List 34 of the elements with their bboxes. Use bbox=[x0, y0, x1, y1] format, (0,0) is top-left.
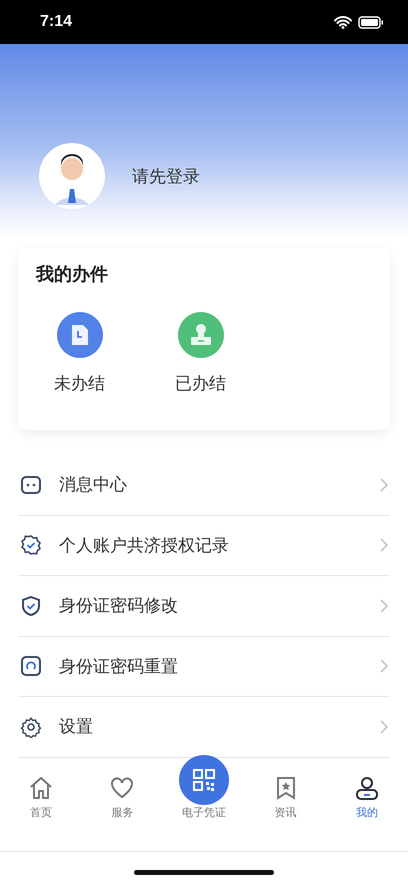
tab[interactable]: 我的 bbox=[332, 774, 402, 820]
chevron-right-icon bbox=[380, 538, 388, 552]
menu-item[interactable]: 身份证密码修改 bbox=[59, 594, 380, 618]
home-icon bbox=[28, 774, 54, 800]
card-title: 我的办件 bbox=[36, 263, 109, 286]
task-label[interactable]: 未办结 bbox=[54, 372, 105, 395]
stamp-icon[interactable] bbox=[178, 312, 224, 358]
tab[interactable]: 首页 bbox=[6, 774, 76, 820]
menu-item[interactable]: 身份证密码重置 bbox=[59, 654, 380, 678]
task-label[interactable]: 已办结 bbox=[175, 372, 226, 395]
chevron-right-icon bbox=[380, 598, 388, 613]
chevron-right-icon bbox=[380, 659, 388, 674]
document-icon[interactable] bbox=[56, 312, 102, 358]
person-icon bbox=[354, 774, 380, 800]
badge-check-icon bbox=[20, 534, 42, 556]
tab[interactable]: 电子凭证 bbox=[168, 754, 239, 820]
menu-item[interactable]: 个人账户共济授权记录 bbox=[59, 534, 380, 557]
status-time: 7:14 bbox=[40, 13, 72, 31]
chat-icon bbox=[20, 474, 42, 496]
qr-code-icon bbox=[178, 754, 229, 804]
battery-icon bbox=[358, 16, 384, 28]
login-prompt[interactable]: 请先登录 bbox=[132, 164, 200, 188]
chevron-right-icon bbox=[380, 478, 388, 492]
settings-icon bbox=[20, 716, 42, 738]
menu-item[interactable]: 消息中心 bbox=[59, 473, 380, 496]
menu-item[interactable]: 设置 bbox=[59, 715, 380, 738]
wifi-icon bbox=[334, 16, 352, 28]
reset-icon bbox=[20, 655, 42, 678]
avatar-icon bbox=[39, 143, 105, 209]
tab[interactable]: 资讯 bbox=[250, 774, 321, 820]
heart-icon bbox=[109, 774, 136, 800]
chevron-right-icon bbox=[380, 720, 388, 734]
tab[interactable]: 服务 bbox=[87, 774, 158, 820]
shield-icon bbox=[20, 594, 42, 617]
